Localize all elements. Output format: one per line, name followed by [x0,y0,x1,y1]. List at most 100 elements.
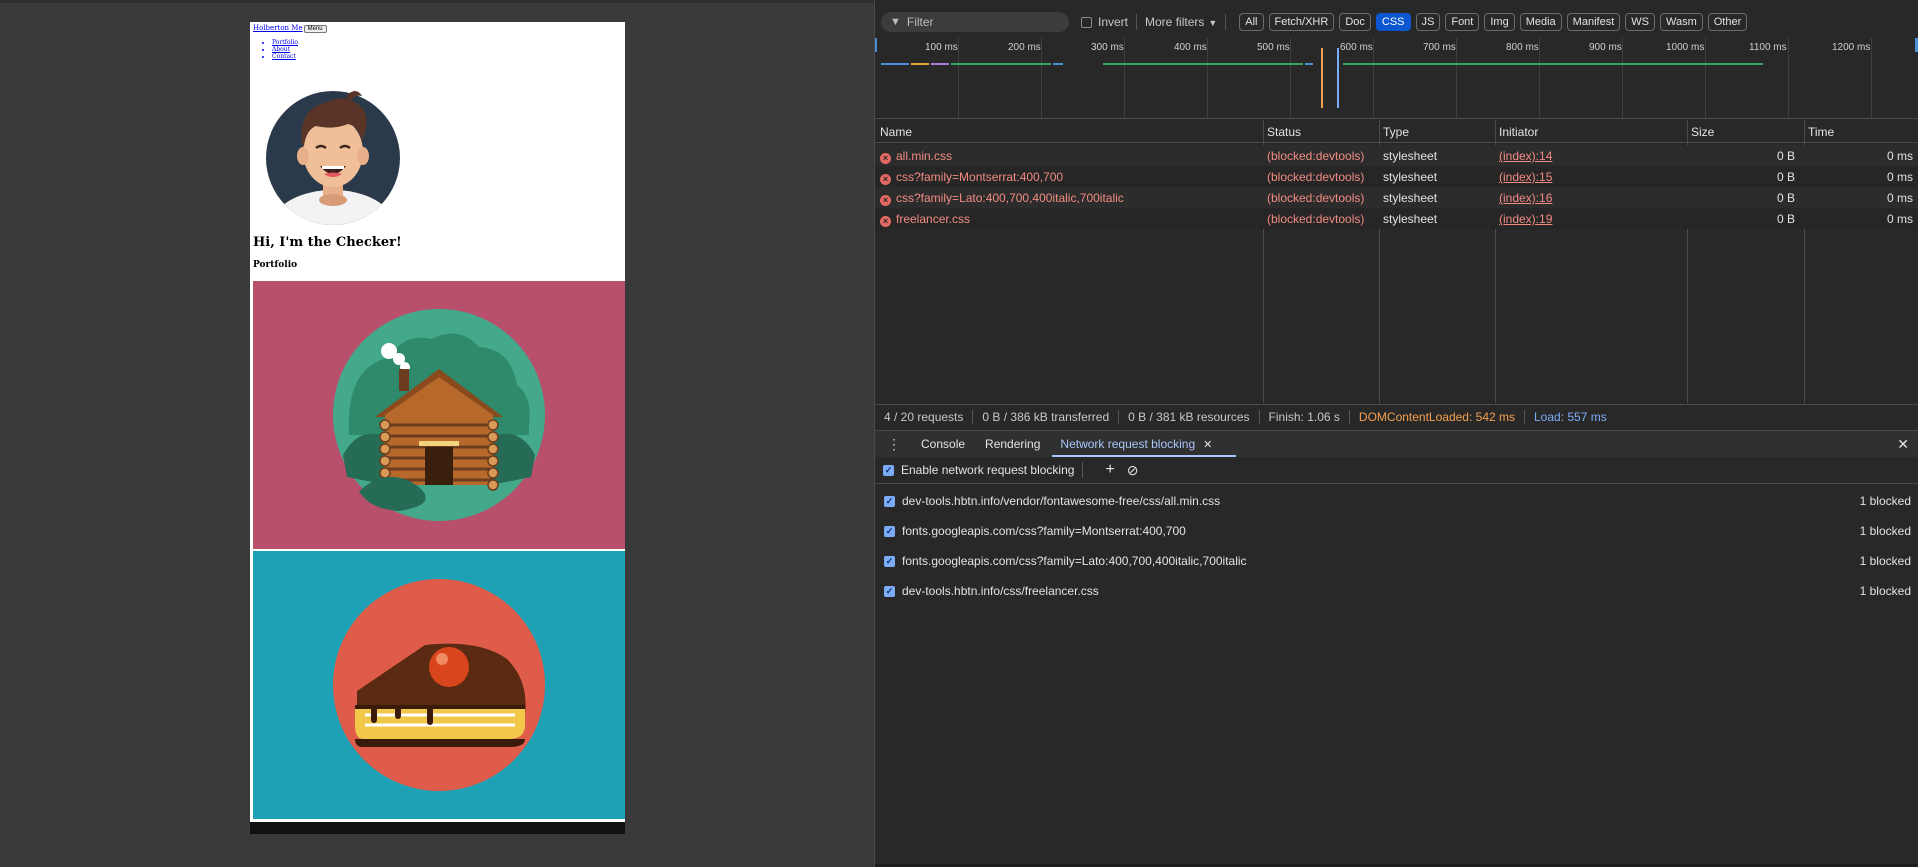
request-name: × freelancer.css [880,212,970,227]
nav-link-contact[interactable]: Contact [272,53,298,60]
cabin-illustration [333,309,545,521]
filter-chip-font[interactable]: Font [1445,13,1480,31]
request-status: (blocked:devtools) [1267,149,1365,163]
blocked-pattern-row[interactable]: ✓ fonts.googleapis.com/css?family=Montse… [875,516,1918,546]
add-pattern-icon[interactable]: + [1105,461,1114,479]
more-options-icon[interactable]: ⋮ [887,436,901,453]
invert-checkbox[interactable] [1081,16,1092,28]
network-filter-bar: ▼ Filter Invert More filters ▼ All Fetch/… [875,8,1918,36]
blocked-count: 1 blocked [1859,584,1911,598]
network-summary-bar: 4 / 20 requests 0 B / 386 kB transferred… [875,404,1918,429]
checkbox-checked-icon[interactable]: ✓ [883,464,894,476]
request-size: 0 B [1776,191,1795,205]
request-name: × css?family=Montserrat:400,700 [880,170,1063,185]
request-time: 0 ms [1886,170,1913,184]
request-status: (blocked:devtools) [1267,212,1365,226]
close-drawer-icon[interactable]: ✕ [1897,436,1909,453]
column-time[interactable]: Time [1808,125,1834,139]
tab-console[interactable]: Console [921,431,965,457]
request-time: 0 ms [1886,149,1913,163]
filter-chip-other[interactable]: Other [1707,13,1748,31]
divider [1136,14,1138,30]
summary-load: Load: 557 ms [1534,410,1607,424]
tab-rendering[interactable]: Rendering [985,431,1040,457]
filter-placeholder: Filter [906,15,934,29]
request-blocking-toolbar: ✓ Enable network request blocking + ⊘ [875,457,1918,484]
menu-button[interactable]: Menu [303,25,327,33]
summary-requests: 4 / 20 requests [875,410,974,424]
clear-patterns-icon[interactable]: ⊘ [1127,462,1139,479]
timeline-bars [875,38,1918,108]
request-initiator-link[interactable]: (index):15 [1499,170,1552,184]
tab-network-request-blocking[interactable]: Network request blocking ✕ [1052,431,1237,457]
blocked-count: 1 blocked [1859,554,1911,568]
request-initiator-link[interactable]: (index):19 [1499,212,1552,226]
filter-chip-img[interactable]: Img [1484,13,1515,31]
blocked-count: 1 blocked [1859,494,1911,508]
pattern-checkbox[interactable]: ✓ [884,585,895,597]
requests-table-header: Name Status Type Initiator Size Time [875,120,1918,143]
enable-blocking-toggle[interactable]: ✓ Enable network request blocking [883,463,1074,477]
request-size: 0 B [1776,170,1795,184]
filter-chip-fetch-xhr[interactable]: Fetch/XHR [1268,13,1335,31]
filter-chip-manifest[interactable]: Manifest [1566,13,1621,31]
close-tab-icon[interactable]: ✕ [1203,438,1212,451]
cake-illustration [333,579,545,791]
network-timeline-overview[interactable]: 100 ms 200 ms 300 ms 400 ms 500 ms 600 m… [875,38,1918,119]
request-initiator-link[interactable]: (index):14 [1499,149,1552,163]
portfolio-item-cake[interactable] [253,551,625,819]
invert-toggle[interactable]: Invert [1081,15,1128,29]
column-name[interactable]: Name [880,125,912,139]
filter-chip-doc[interactable]: Doc [1339,13,1371,31]
request-type: stylesheet [1383,170,1438,184]
nav-link-about[interactable]: About [272,46,298,53]
filter-chip-js[interactable]: JS [1415,13,1441,31]
table-row[interactable]: × css?family=Montserrat:400,700 (blocked:… [875,166,1918,187]
viewport-top-edge [0,0,874,3]
pattern-url: fonts.googleapis.com/css?family=Montserr… [902,524,1186,538]
pattern-url: dev-tools.hbtn.info/vendor/fontawesome-f… [902,494,1221,508]
request-time: 0 ms [1886,191,1913,205]
request-time: 0 ms [1886,212,1913,226]
error-icon: × [880,174,891,185]
blocked-pattern-row[interactable]: ✓ dev-tools.hbtn.info/css/freelancer.css… [875,576,1918,606]
pattern-url: fonts.googleapis.com/css?family=Lato:400… [902,554,1247,568]
table-row[interactable]: × freelancer.css (blocked:devtools) style… [875,208,1918,229]
pattern-url: dev-tools.hbtn.info/css/freelancer.css [902,584,1099,598]
hero-heading: Hi, I'm the Checker! [253,235,402,250]
divider [1225,14,1227,30]
column-type[interactable]: Type [1383,125,1409,139]
enable-blocking-label: Enable network request blocking [901,463,1075,477]
filter-chip-all[interactable]: All [1239,13,1264,31]
more-filters-dropdown[interactable]: More filters ▼ [1145,15,1217,29]
divider [1082,462,1084,478]
pattern-checkbox[interactable]: ✓ [884,525,895,537]
filter-input[interactable]: ▼ Filter [881,12,1069,32]
request-status: (blocked:devtools) [1267,191,1365,205]
request-initiator-link[interactable]: (index):16 [1499,191,1552,205]
request-type: stylesheet [1383,149,1438,163]
column-status[interactable]: Status [1267,125,1301,139]
section-heading: Portfolio [253,260,298,270]
pattern-checkbox[interactable]: ✓ [884,495,895,507]
page-preview: Holberton MeMenu Portfolio About Contact [250,22,625,834]
filter-chip-ws[interactable]: WS [1625,13,1655,31]
filter-icon: ▼ [890,16,901,28]
filter-chip-media[interactable]: Media [1519,13,1562,31]
blocked-pattern-row[interactable]: ✓ dev-tools.hbtn.info/vendor/fontawesome… [875,486,1918,516]
browser-viewport: Holberton MeMenu Portfolio About Contact [0,0,874,867]
column-initiator[interactable]: Initiator [1499,125,1538,139]
pattern-checkbox[interactable]: ✓ [884,555,895,567]
table-row[interactable]: × all.min.css (blocked:devtools) styleshe… [875,145,1918,166]
filter-chip-css[interactable]: CSS [1375,13,1411,31]
blocked-pattern-row[interactable]: ✓ fonts.googleapis.com/css?family=Lato:4… [875,546,1918,576]
request-name: × all.min.css [880,149,952,164]
column-size[interactable]: Size [1691,125,1714,139]
brand-link[interactable]: Holberton Me [253,24,303,32]
portfolio-item-cabin[interactable] [253,281,625,549]
filter-chip-wasm[interactable]: Wasm [1659,13,1703,31]
nav-link-portfolio[interactable]: Portfolio [272,39,298,46]
blocked-count: 1 blocked [1859,524,1911,538]
table-row[interactable]: × css?family=Lato:400,700,400italic,700it… [875,187,1918,208]
summary-transferred: 0 B / 386 kB transferred [973,410,1120,424]
